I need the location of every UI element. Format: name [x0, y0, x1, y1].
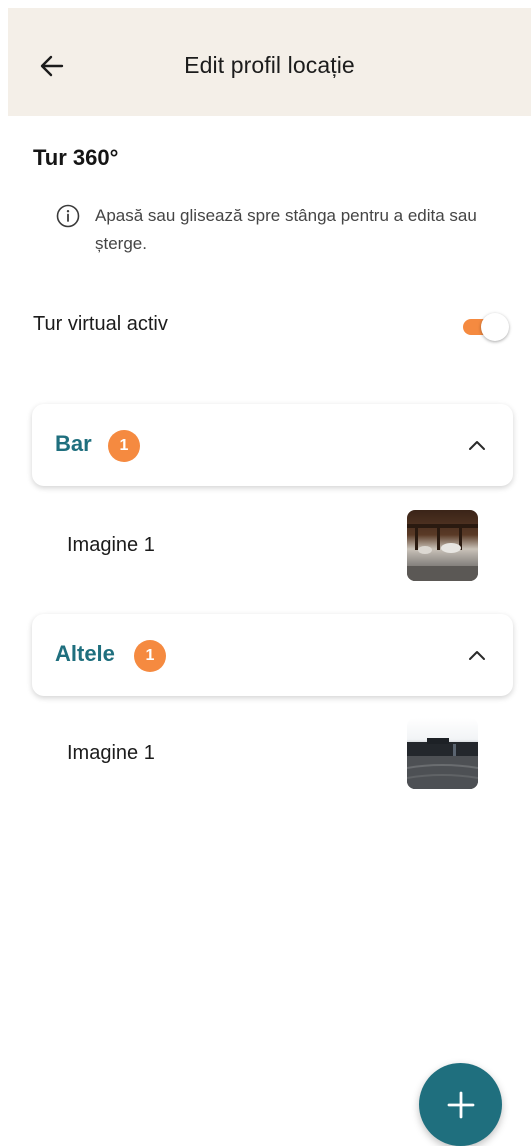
- toggle-thumb: [481, 313, 509, 341]
- group-title: Altele: [55, 641, 115, 666]
- app-header: Edit profil locație: [8, 8, 531, 116]
- count-badge: 1: [108, 430, 140, 462]
- section-title: Tur 360°: [33, 145, 119, 170]
- plus-icon: [447, 1091, 474, 1118]
- virtual-tour-toggle-row: Tur virtual activ: [33, 310, 511, 344]
- chevron-up-icon: [469, 651, 485, 660]
- toggle-label: Tur virtual activ: [33, 313, 168, 335]
- list-item[interactable]: Imagine 1: [32, 718, 513, 794]
- hint-message: Apasă sau glisează spre stânga pentru a …: [56, 203, 496, 258]
- list-item[interactable]: Imagine 1: [32, 510, 513, 586]
- page-title: Edit profil locație: [184, 52, 355, 78]
- group-header-altele[interactable]: Altele 1: [32, 614, 513, 696]
- add-button[interactable]: [419, 1063, 502, 1146]
- count-badge: 1: [134, 640, 166, 672]
- group-header-bar[interactable]: Bar 1: [32, 404, 513, 486]
- panorama-outdoor-image: [407, 718, 478, 789]
- panorama-bar-image: [407, 510, 478, 581]
- virtual-tour-toggle[interactable]: [463, 313, 509, 341]
- group-title: Bar: [55, 431, 92, 456]
- chevron-up-icon: [469, 441, 485, 450]
- info-icon: [56, 204, 80, 228]
- item-label: Imagine 1: [67, 534, 155, 556]
- hint-text: Apasă sau glisează spre stânga pentru a …: [95, 206, 477, 253]
- item-label: Imagine 1: [67, 742, 155, 764]
